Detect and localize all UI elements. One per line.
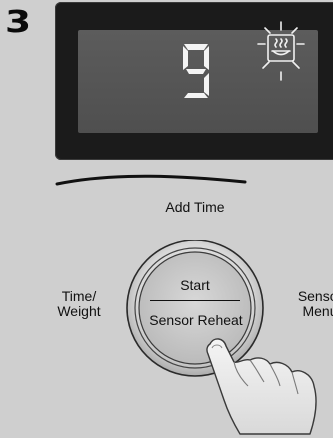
- display-digit-9: [183, 44, 209, 98]
- time-weight-label: Time/ Weight: [44, 289, 114, 319]
- button-divider: [150, 300, 240, 301]
- step-number: 3: [5, 5, 31, 40]
- add-time-label: Add Time: [165, 199, 225, 215]
- time-weight-label-line1: Time/: [61, 288, 97, 304]
- sensor-steam-icon: [257, 21, 305, 81]
- panel-contour-line: [55, 174, 247, 186]
- sensor-menu-label-line2: Menu: [302, 303, 333, 319]
- sensor-reheat-button[interactable]: Sensor Reheat: [140, 311, 252, 329]
- pointing-hand-icon: [206, 338, 317, 435]
- start-button[interactable]: Start: [155, 276, 235, 294]
- sensor-menu-label: Sensor Menu: [285, 289, 333, 319]
- time-weight-label-line2: Weight: [57, 303, 101, 319]
- sensor-menu-label-line1: Sensor: [297, 288, 333, 304]
